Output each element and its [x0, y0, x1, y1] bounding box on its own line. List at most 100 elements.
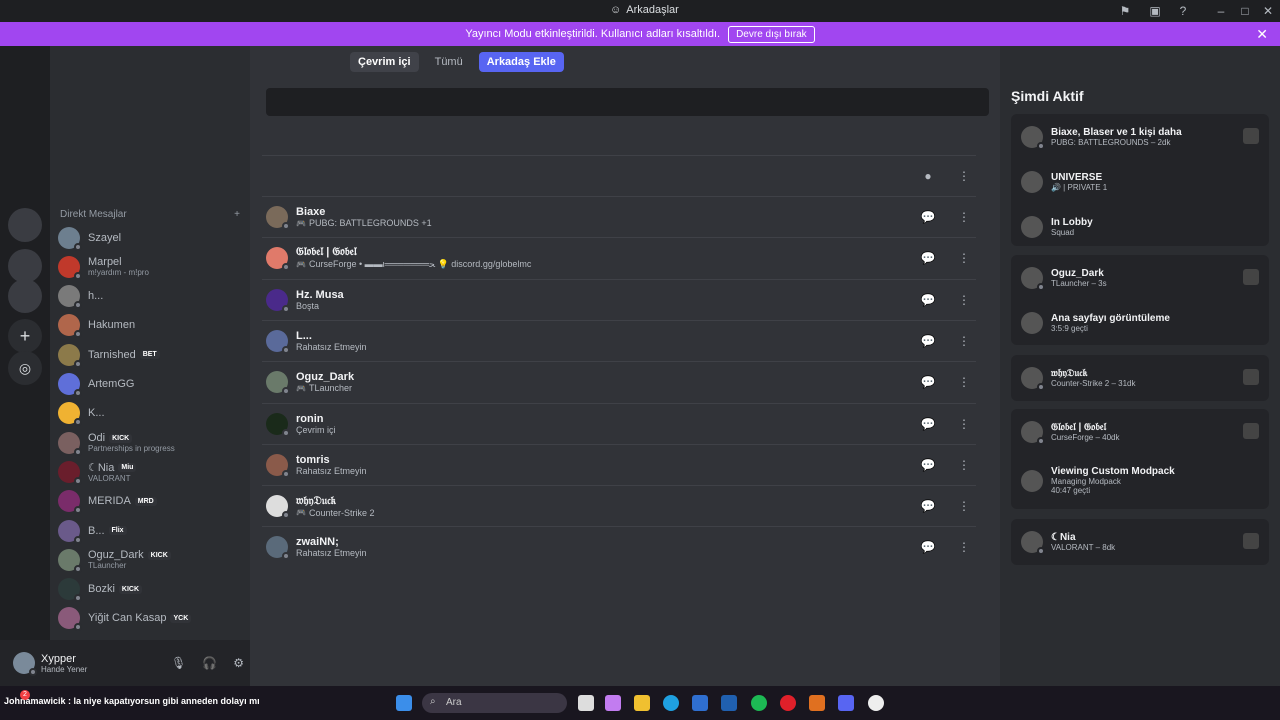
dm-item[interactable]: Yiğit Can Kasap YCK	[58, 604, 242, 633]
activity-card[interactable]: 𝔊𝔩𝔬𝔟𝔢𝔩 | 𝔊𝔬𝔟𝔢𝔩 CurseForge – 40dk Viewing…	[1011, 409, 1269, 509]
more-options-icon[interactable]: ⋮	[952, 205, 976, 229]
message-icon[interactable]: 💬	[916, 535, 940, 559]
add-server-icon[interactable]: +	[8, 319, 42, 353]
mail-icon[interactable]	[721, 695, 737, 711]
user-info[interactable]: Xypper Hande Yener	[41, 653, 161, 674]
more-options-icon[interactable]: ⋮	[952, 535, 976, 559]
dm-name: Bozki	[88, 583, 115, 596]
friend-row[interactable]: Oguz_Dark 🎮 TLauncher 💬 ⋮	[262, 361, 976, 402]
dm-name: B...	[88, 524, 105, 537]
friend-name: zwaiNN;	[296, 536, 339, 549]
more-options-icon[interactable]: ⋮	[952, 370, 976, 394]
friend-row[interactable]: 𝔴𝔥𝔶𝔇𝔲𝔠𝔨 🎮 Counter-Strike 2 💬 ⋮	[262, 485, 976, 526]
dm-avatar	[58, 255, 82, 280]
minimize-icon[interactable]: –	[1213, 3, 1229, 19]
friend-row[interactable]: ronin Çevrim içi 💬 ⋮	[262, 402, 976, 444]
message-icon[interactable]: 💬	[916, 412, 940, 436]
message-icon[interactable]: 💬	[916, 494, 940, 518]
activity-card[interactable]: Oguz_Dark TLauncher – 3s Ana sayfayı gör…	[1011, 255, 1269, 345]
new-dm-icon[interactable]: +	[234, 209, 240, 220]
maximize-icon[interactable]: □	[1237, 3, 1253, 19]
server-folder-1[interactable]	[8, 208, 42, 242]
dm-avatar	[58, 431, 82, 456]
friend-row[interactable]: Hz. Musa Boşta 💬 ⋮	[262, 278, 976, 320]
tab-all[interactable]: Tümü	[427, 52, 471, 72]
friend-avatar	[266, 206, 290, 230]
widgets-icon[interactable]	[605, 695, 621, 711]
more-options-icon[interactable]: ⋮	[952, 453, 976, 477]
file-explorer-icon[interactable]	[634, 695, 650, 711]
more-options-icon[interactable]: ⋮	[952, 288, 976, 312]
activity-card[interactable]: ☾Nia VALORANT – 8dk	[1011, 519, 1269, 565]
tab-online[interactable]: Çevrim içi	[350, 52, 419, 72]
user-avatar[interactable]	[13, 652, 37, 676]
edge-icon[interactable]	[663, 695, 679, 711]
message-icon[interactable]: 💬	[916, 329, 940, 353]
message-icon[interactable]: 💬	[916, 453, 940, 477]
disable-streamer-mode-button[interactable]: Devre dışı bırak	[728, 25, 815, 43]
opera-icon[interactable]	[780, 695, 796, 711]
dm-item[interactable]: h...	[58, 282, 242, 311]
dm-item[interactable]: Hakumen	[58, 311, 242, 340]
dm-item[interactable]: K...	[58, 399, 242, 428]
message-icon[interactable]: 💬	[916, 370, 940, 394]
message-icon[interactable]: ●	[916, 164, 940, 188]
user-name: Xypper	[41, 652, 76, 665]
activity-card[interactable]: Biaxe, Blaser ve 1 kişi daha PUBG: BATTL…	[1011, 114, 1269, 246]
message-icon[interactable]: 💬	[916, 205, 940, 229]
more-options-icon[interactable]: ⋮	[952, 412, 976, 436]
message-icon[interactable]: 💬	[916, 288, 940, 312]
dm-item[interactable]: Marpel m!yardım - m!pro	[58, 252, 242, 281]
headphones-icon[interactable]: 🎧	[202, 656, 217, 670]
friends-search-input[interactable]	[266, 88, 989, 116]
dm-item[interactable]: B... Flix	[58, 516, 242, 545]
message-icon[interactable]: 💬	[916, 246, 940, 270]
add-friend-button[interactable]: Arkadaş Ekle	[478, 52, 564, 72]
search-icon: ⌕	[430, 696, 436, 707]
spotify-icon[interactable]	[751, 695, 767, 711]
app-icon[interactable]	[809, 695, 825, 711]
server-folder-3[interactable]	[8, 279, 42, 313]
help-icon[interactable]: ?	[1175, 3, 1191, 19]
obs-icon[interactable]	[868, 695, 884, 711]
dm-item[interactable]: MERIDA MRD	[58, 487, 242, 516]
dm-item[interactable]: Oguz_Dark KICK TLauncher	[58, 545, 242, 574]
friend-avatar	[266, 536, 290, 561]
friend-row[interactable]: tomris Rahatsız Etmeyin 💬 ⋮	[262, 443, 976, 485]
discord-icon[interactable]	[838, 695, 854, 711]
friend-row[interactable]: L... Rahatsız Etmeyin 💬 ⋮	[262, 319, 976, 361]
window-title: ☺ Arkadaşlar	[610, 4, 679, 16]
dm-item[interactable]: ☾Nia Miu VALORANT	[58, 457, 242, 486]
friend-row[interactable]: zwaiNN; Rahatsız Etmeyin 💬 ⋮	[262, 526, 976, 567]
activity-avatar	[1021, 216, 1043, 238]
microphone-icon[interactable]: 🎙	[171, 656, 186, 670]
dm-item[interactable]: Odi KICK Partnerships in progress	[58, 428, 242, 457]
dm-item[interactable]: Bozki KICK	[58, 575, 242, 604]
friend-row-hidden[interactable]: ● ⋮	[262, 155, 976, 196]
banner-text: Yayıncı Modu etkinleştirildi. Kullanıcı …	[465, 28, 721, 40]
settings-gear-icon[interactable]: ⚙	[233, 656, 244, 670]
friend-row[interactable]: Biaxe 🎮 PUBG: BATTLEGROUNDS +1 💬 ⋮	[262, 196, 976, 237]
activity-card[interactable]: 𝔴𝔥𝔶𝔇𝔲𝔠𝔨 Counter-Strike 2 – 31dk	[1011, 355, 1269, 401]
more-options-icon[interactable]: ⋮	[952, 246, 976, 270]
dm-item[interactable]: Szayel	[58, 223, 242, 252]
dm-avatar	[58, 460, 82, 485]
more-options-icon[interactable]: ⋮	[952, 494, 976, 518]
more-options-icon[interactable]: ⋮	[952, 329, 976, 353]
inbox-flag-icon[interactable]: ⚑	[1117, 3, 1133, 19]
game-controller-icon: 🎮	[296, 383, 306, 393]
store-icon[interactable]	[692, 695, 708, 711]
server-folder-2[interactable]	[8, 249, 42, 283]
close-window-icon[interactable]: ✕	[1260, 3, 1276, 19]
close-banner-icon[interactable]: ✕	[1256, 26, 1268, 43]
taskbar-search[interactable]: Ara	[422, 693, 567, 713]
more-icon[interactable]: ⋮	[952, 164, 976, 188]
screen-share-icon[interactable]: ▣	[1147, 3, 1163, 19]
task-view-icon[interactable]	[578, 695, 594, 711]
activity-elapsed: 40:47 geçti	[1051, 486, 1091, 495]
friend-row[interactable]: 𝔊𝔩𝔬𝔟𝔢𝔩 | 𝔊𝔬𝔟𝔢𝔩 🎮 CurseForge • ▬▬ι═══════ﺤ…	[262, 237, 976, 278]
windows-start-icon[interactable]	[396, 695, 412, 711]
discover-icon[interactable]: ◎	[8, 351, 42, 385]
dm-item[interactable]: Tarnished BET	[58, 340, 242, 369]
dm-item[interactable]: ArtemGG	[58, 370, 242, 399]
